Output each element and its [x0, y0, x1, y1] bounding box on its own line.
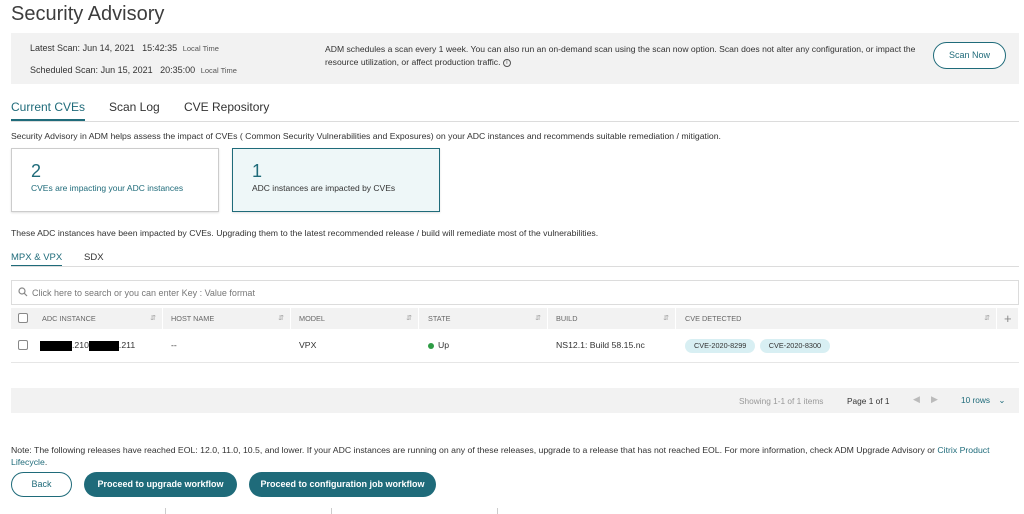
cves-count: 2: [31, 161, 42, 181]
cve-badge[interactable]: CVE-2020-8300: [759, 338, 831, 353]
col-model[interactable]: MODEL ⇵: [293, 308, 419, 329]
adc-instance-cell[interactable]: .210.211: [40, 330, 135, 363]
col-adc-instance[interactable]: ADC INSTANCE ⇵: [36, 308, 163, 329]
status-up-icon: [428, 342, 434, 349]
cve-badge[interactable]: CVE-2020-8299: [685, 338, 756, 353]
row-checkbox[interactable]: [18, 340, 28, 350]
build-cell: NS12.1: Build 58.15.nc: [556, 340, 645, 350]
scheduled-scan-label: Scheduled Scan:: [30, 65, 99, 75]
select-all-checkbox[interactable]: [18, 313, 28, 323]
sort-icon: ⇵: [406, 315, 412, 322]
instances-count: 1: [252, 161, 263, 181]
chevron-down-icon: ⌄: [998, 395, 1006, 405]
scan-now-button[interactable]: Scan Now: [933, 42, 1006, 69]
scheduled-scan-time: 20:35:00: [160, 65, 196, 75]
add-column-icon[interactable]: +: [999, 308, 1019, 329]
instances-card-label: ADC instances are impacted by CVEs: [252, 183, 396, 193]
scan-info-panel: Latest Scan: Jun 14, 2021 15:42:35 Local…: [11, 33, 1019, 84]
info-icon[interactable]: i: [502, 58, 511, 67]
showing-count: Showing 1-1 of 1 items: [739, 396, 824, 406]
intro-text: Security Advisory in ADM helps assess th…: [11, 131, 721, 141]
col-state[interactable]: STATE ⇵: [422, 308, 548, 329]
tab-current-cves[interactable]: Current CVEs: [11, 100, 86, 121]
search-icon: [18, 287, 28, 297]
sort-icon: ⇵: [278, 315, 284, 322]
tabs-divider: [11, 121, 1019, 122]
latest-scan-date: Jun 14, 2021: [82, 43, 135, 53]
divider: [497, 508, 498, 514]
back-button[interactable]: Back: [11, 472, 72, 497]
tab-scan-log[interactable]: Scan Log: [109, 100, 160, 114]
eol-note-text: Note: The following releases have reache…: [11, 445, 938, 455]
prev-page-icon[interactable]: ◀: [913, 394, 920, 405]
scheduled-scan-date: Jun 15, 2021: [100, 65, 153, 75]
impacted-note: These ADC instances have been impacted b…: [11, 228, 599, 238]
search-bar[interactable]: [11, 280, 1019, 305]
tab-sdx[interactable]: SDX: [84, 252, 104, 263]
redaction: [40, 340, 72, 351]
latest-scan: Latest Scan: Jun 14, 2021 15:42:35 Local…: [30, 43, 219, 53]
sort-icon: ⇵: [150, 315, 156, 322]
col-host-name[interactable]: HOST NAME ⇵: [165, 308, 291, 329]
upgrade-workflow-button[interactable]: Proceed to upgrade workflow: [84, 472, 237, 497]
subtabs-divider: [11, 266, 1019, 267]
page-indicator: Page 1 of 1: [847, 396, 890, 406]
tab-cve-repository[interactable]: CVE Repository: [184, 100, 269, 114]
eol-note: Note: The following releases have reache…: [11, 445, 990, 467]
scan-description: ADM schedules a scan every 1 week. You c…: [325, 43, 925, 69]
table-row[interactable]: .210.211 -- VPX Up NS12.1: Build 58.15.n…: [11, 330, 1019, 363]
state-cell: Up: [428, 330, 449, 363]
scan-description-text: ADM schedules a scan every 1 week. You c…: [325, 44, 916, 67]
sort-icon: ⇵: [535, 315, 541, 322]
cves-card-label: CVEs are impacting your ADC instances: [31, 183, 184, 193]
table-header: ADC INSTANCE ⇵ HOST NAME ⇵ MODEL ⇵ STATE ⇵ B…: [11, 308, 1019, 329]
cve-detected-cell: CVE-2020-8299 CVE-2020-8300: [685, 330, 832, 363]
latest-scan-local-time: Local Time: [182, 44, 219, 53]
page-title: Security Advisory: [11, 3, 165, 25]
next-page-icon[interactable]: ▶: [931, 394, 938, 405]
col-build[interactable]: BUILD ⇵: [550, 308, 676, 329]
tab-mpx-vpx[interactable]: MPX & VPX: [11, 252, 63, 267]
scheduled-scan-local-time: Local Time: [200, 66, 237, 75]
config-workflow-button[interactable]: Proceed to configuration job workflow: [249, 472, 436, 497]
divider: [165, 508, 166, 514]
rows-per-page-select[interactable]: 10 rows ⌄: [961, 395, 1005, 405]
cves-impacting-card[interactable]: 2 CVEs are impacting your ADC instances: [11, 148, 219, 212]
pagination-bar: Showing 1-1 of 1 items Page 1 of 1 ◀ ▶ 1…: [11, 388, 1019, 413]
col-cve-detected[interactable]: CVE DETECTED ⇵: [679, 308, 997, 329]
redaction: [88, 340, 119, 351]
search-input[interactable]: [32, 284, 1002, 302]
host-name-cell: --: [171, 340, 177, 350]
model-cell: VPX: [299, 340, 317, 350]
sort-icon: ⇵: [984, 315, 990, 322]
divider: [331, 508, 332, 514]
scheduled-scan: Scheduled Scan: Jun 15, 2021 20:35:00 Lo…: [30, 65, 237, 75]
latest-scan-time: 15:42:35: [142, 43, 178, 53]
latest-scan-label: Latest Scan:: [30, 43, 81, 53]
sort-icon: ⇵: [663, 315, 669, 322]
instances-impacted-card[interactable]: 1 ADC instances are impacted by CVEs: [232, 148, 440, 212]
